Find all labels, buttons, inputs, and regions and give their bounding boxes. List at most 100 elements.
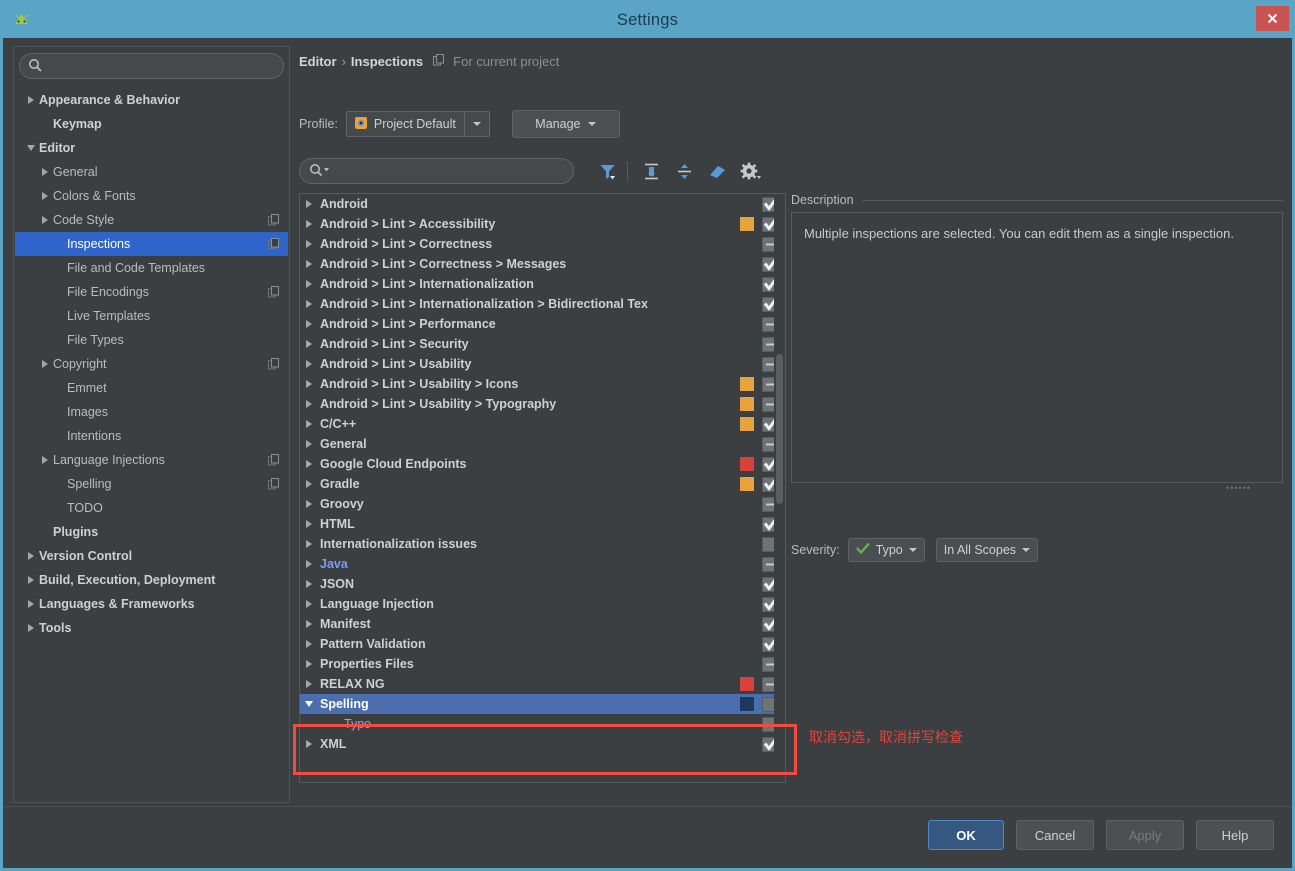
sidebar-item-version-control[interactable]: Version Control [15,544,288,568]
inspection-row[interactable]: Android > Lint > Internationalization > … [300,294,785,314]
sidebar-item-spelling[interactable]: Spelling [15,472,288,496]
chevron-down-icon[interactable] [23,145,39,151]
resize-grip-icon[interactable]: •••••• [1226,483,1251,493]
inspections-search[interactable] [299,158,574,184]
inspection-row[interactable]: C/C++ [300,414,785,434]
chevron-right-icon[interactable] [23,624,39,632]
sidebar-item-editor[interactable]: Editor [15,136,288,160]
chevron-right-icon[interactable] [23,576,39,584]
chevron-right-icon[interactable] [300,560,318,568]
chevron-right-icon[interactable] [23,96,39,104]
inspection-row[interactable]: Google Cloud Endpoints [300,454,785,474]
chevron-right-icon[interactable] [300,360,318,368]
inspection-row[interactable]: Internationalization issues [300,534,785,554]
chevron-right-icon[interactable] [37,360,53,368]
chevron-right-icon[interactable] [300,600,318,608]
chevron-right-icon[interactable] [300,240,318,248]
inspection-row[interactable]: RELAX NG [300,674,785,694]
chevron-right-icon[interactable] [300,400,318,408]
chevron-right-icon[interactable] [300,440,318,448]
inspection-row[interactable]: Android > Lint > Internationalization [300,274,785,294]
chevron-right-icon[interactable] [23,552,39,560]
inspection-row[interactable]: Android > Lint > Performance [300,314,785,334]
sidebar-item-file-encodings[interactable]: File Encodings [15,280,288,304]
inspection-row[interactable]: Gradle [300,474,785,494]
sidebar-item-keymap[interactable]: Keymap [15,112,288,136]
chevron-right-icon[interactable] [300,280,318,288]
inspection-row[interactable]: Android > Lint > Correctness [300,234,785,254]
inspection-row[interactable]: Java [300,554,785,574]
chevron-right-icon[interactable] [23,600,39,608]
chevron-right-icon[interactable] [37,168,53,176]
inspection-row[interactable]: Groovy [300,494,785,514]
chevron-right-icon[interactable] [300,540,318,548]
sidebar-item-file-and-code-templates[interactable]: File and Code Templates [15,256,288,280]
inspection-row[interactable]: Pattern Validation [300,634,785,654]
sidebar-item-images[interactable]: Images [15,400,288,424]
sidebar-item-copyright[interactable]: Copyright [15,352,288,376]
breadcrumb-editor[interactable]: Editor [299,54,337,69]
inspection-row[interactable]: Manifest [300,614,785,634]
inspections-scrollbar[interactable] [774,194,785,782]
manage-button[interactable]: Manage [511,110,620,138]
sidebar-item-live-templates[interactable]: Live Templates [15,304,288,328]
sidebar-item-tools[interactable]: Tools [15,616,288,640]
sidebar-item-file-types[interactable]: File Types [15,328,288,352]
expand-all-icon[interactable] [636,158,666,184]
sidebar-item-colors-fonts[interactable]: Colors & Fonts [15,184,288,208]
chevron-right-icon[interactable] [300,260,318,268]
sidebar-item-inspections[interactable]: Inspections [15,232,288,256]
chevron-right-icon[interactable] [300,500,318,508]
inspection-row[interactable]: HTML [300,514,785,534]
inspections-tree[interactable]: Android Android > Lint > Accessibility And… [299,193,786,783]
help-button[interactable]: Help [1196,820,1274,850]
sidebar-item-language-injections[interactable]: Language Injections [15,448,288,472]
chevron-right-icon[interactable] [300,420,318,428]
chevron-right-icon[interactable] [300,460,318,468]
chevron-right-icon[interactable] [37,192,53,200]
severity-select[interactable]: Typo [847,538,925,562]
ok-button[interactable]: OK [928,820,1004,850]
chevron-right-icon[interactable] [300,300,318,308]
inspection-row[interactable]: Spelling [300,694,785,714]
filter-icon[interactable] [592,158,622,184]
chevron-right-icon[interactable] [300,580,318,588]
inspection-row[interactable]: XML [300,734,785,754]
sidebar-search[interactable] [19,53,284,79]
chevron-right-icon[interactable] [300,740,318,748]
sidebar-item-intentions[interactable]: Intentions [15,424,288,448]
chevron-right-icon[interactable] [300,660,318,668]
scope-select[interactable]: In All Scopes [935,538,1039,562]
inspection-row[interactable]: Android > Lint > Security [300,334,785,354]
collapse-all-icon[interactable] [669,158,699,184]
sidebar-item-appearance-behavior[interactable]: Appearance & Behavior [15,88,288,112]
scrollbar-thumb[interactable] [776,354,783,504]
profile-select[interactable]: Project Default [345,111,490,137]
chevron-right-icon[interactable] [37,456,53,464]
sidebar-item-todo[interactable]: TODO [15,496,288,520]
sidebar-item-languages-frameworks[interactable]: Languages & Frameworks [15,592,288,616]
search-input[interactable] [19,53,284,79]
sidebar-item-code-style[interactable]: Code Style [15,208,288,232]
sidebar-item-plugins[interactable]: Plugins [15,520,288,544]
chevron-down-icon[interactable] [465,112,489,136]
sidebar-item-emmet[interactable]: Emmet [15,376,288,400]
chevron-right-icon[interactable] [300,200,318,208]
inspection-row[interactable]: Android > Lint > Usability > Typography [300,394,785,414]
inspection-row[interactable]: General [300,434,785,454]
inspection-row[interactable]: Android > Lint > Correctness > Messages [300,254,785,274]
gear-icon[interactable] [735,158,765,184]
chevron-right-icon[interactable] [300,620,318,628]
inspection-row[interactable]: Language Injection [300,594,785,614]
inspection-row[interactable]: Properties Files [300,654,785,674]
inspection-row[interactable]: JSON [300,574,785,594]
chevron-right-icon[interactable] [300,340,318,348]
sidebar-item-general[interactable]: General [15,160,288,184]
chevron-right-icon[interactable] [300,680,318,688]
chevron-right-icon[interactable] [300,220,318,228]
sidebar-item-build-execution-deployment[interactable]: Build, Execution, Deployment [15,568,288,592]
reset-eraser-icon[interactable] [702,158,732,184]
chevron-right-icon[interactable] [300,520,318,528]
inspection-row[interactable]: Android > Lint > Usability > Icons [300,374,785,394]
cancel-button[interactable]: Cancel [1016,820,1094,850]
